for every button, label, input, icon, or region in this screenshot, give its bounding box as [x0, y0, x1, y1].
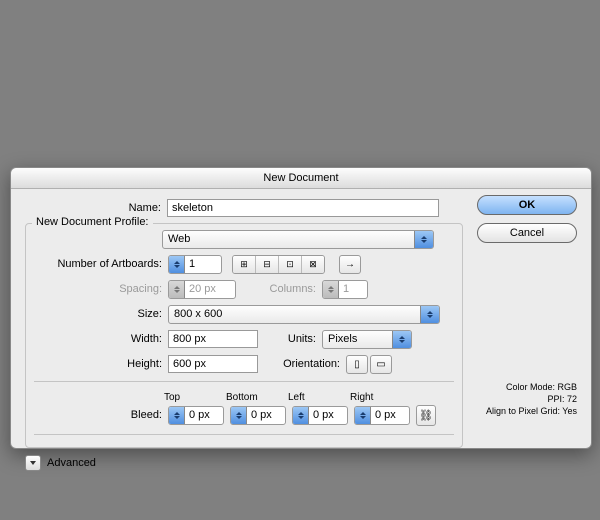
new-document-dialog: New Document Name: New Document Profile:…: [10, 167, 592, 449]
stepper-arrows-icon[interactable]: [169, 256, 185, 273]
stepper-arrows-icon[interactable]: [231, 407, 247, 424]
units-label: Units:: [258, 333, 322, 345]
bleed-section: Top Bottom Left Right Bleed: 0 px 0 px 0…: [34, 381, 454, 435]
height-label: Height:: [34, 358, 168, 370]
orientation-landscape-button[interactable]: ▭: [370, 355, 392, 374]
chevron-updown-icon: [420, 306, 439, 323]
grid-by-column-icon[interactable]: ⊟: [256, 256, 279, 273]
artboard-arrangement[interactable]: ⊞ ⊟ ⊡ ⊠: [232, 255, 325, 274]
artboards-label: Number of Artboards:: [34, 258, 168, 270]
width-label: Width:: [34, 333, 168, 345]
advanced-label: Advanced: [47, 457, 96, 469]
name-label: Name:: [25, 202, 167, 214]
size-select[interactable]: 800 x 600: [168, 305, 440, 324]
bleed-bottom-label: Bottom: [226, 392, 288, 403]
info-colormode: Color Mode: RGB: [473, 381, 577, 393]
info-pixelgrid: Align to Pixel Grid: Yes: [473, 405, 577, 417]
chevron-updown-icon: [392, 331, 411, 348]
width-input[interactable]: [168, 330, 258, 348]
height-input[interactable]: [168, 355, 258, 373]
artboards-stepper[interactable]: 1: [168, 255, 222, 274]
advanced-disclosure-button[interactable]: [25, 455, 41, 471]
cancel-button[interactable]: Cancel: [477, 223, 577, 243]
bleed-left-stepper[interactable]: 0 px: [292, 406, 348, 425]
orientation-portrait-button[interactable]: ▯: [346, 355, 368, 374]
profile-select[interactable]: Web: [162, 230, 434, 249]
info-ppi: PPI: 72: [473, 393, 577, 405]
spacing-label: Spacing:: [34, 283, 168, 295]
stepper-arrows-icon: [323, 281, 339, 298]
grid-by-row-icon[interactable]: ⊞: [233, 256, 256, 273]
orientation-label: Orientation:: [258, 358, 346, 370]
chevron-updown-icon: [414, 231, 433, 248]
stepper-arrows-icon: [169, 281, 185, 298]
layout-direction-button[interactable]: →: [339, 255, 361, 274]
size-label: Size:: [34, 308, 168, 320]
units-select[interactable]: Pixels: [322, 330, 412, 349]
bleed-label: Bleed:: [34, 409, 168, 421]
profile-fieldset: New Document Profile: Web Number of Artb…: [25, 223, 463, 448]
profile-label: New Document Profile:: [32, 216, 153, 228]
arrange-column-icon[interactable]: ⊠: [302, 256, 324, 273]
columns-label: Columns:: [236, 283, 322, 295]
bleed-right-label: Right: [350, 392, 412, 403]
name-input[interactable]: [167, 199, 439, 217]
bleed-left-label: Left: [288, 392, 350, 403]
bleed-top-stepper[interactable]: 0 px: [168, 406, 224, 425]
dialog-title: New Document: [11, 168, 591, 189]
bleed-bottom-stepper[interactable]: 0 px: [230, 406, 286, 425]
spacing-stepper: 20 px: [168, 280, 236, 299]
bleed-top-label: Top: [164, 392, 226, 403]
ok-button[interactable]: OK: [477, 195, 577, 215]
document-info: Color Mode: RGB PPI: 72 Align to Pixel G…: [473, 381, 577, 417]
columns-stepper: 1: [322, 280, 368, 299]
stepper-arrows-icon[interactable]: [169, 407, 185, 424]
bleed-right-stepper[interactable]: 0 px: [354, 406, 410, 425]
arrange-row-icon[interactable]: ⊡: [279, 256, 302, 273]
stepper-arrows-icon[interactable]: [293, 407, 309, 424]
link-bleed-icon[interactable]: ⛓: [416, 405, 436, 426]
stepper-arrows-icon[interactable]: [355, 407, 371, 424]
